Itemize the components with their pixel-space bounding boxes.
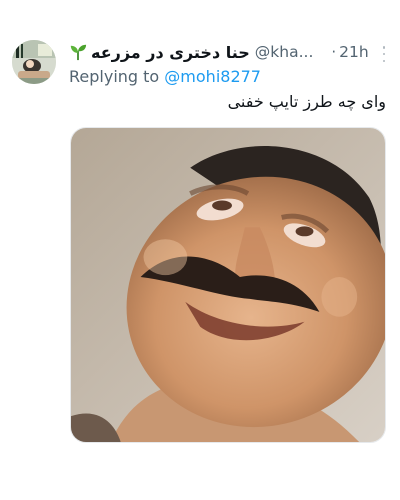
meme-face-image: [71, 128, 385, 442]
sprout-icon: [70, 44, 87, 61]
replying-prefix: Replying to: [69, 67, 160, 86]
tweet-text: وای چه طرز تایپ خفنی: [227, 92, 386, 111]
user-handle[interactable]: @kha...: [255, 43, 314, 61]
mention-link[interactable]: @mohi8277: [164, 67, 261, 86]
replying-to-line: Replying to @mohi8277: [69, 67, 261, 86]
profile-avatar-image: [12, 40, 56, 84]
display-name[interactable]: حنا دختری در مزرعه: [91, 43, 250, 62]
separator-dot: ·: [331, 43, 337, 61]
tweet-media[interactable]: [70, 127, 386, 443]
avatar[interactable]: [12, 40, 56, 84]
tweet-header: حنا دختری در مزرعه @kha... · 21h: [69, 40, 389, 64]
timestamp[interactable]: 21h: [339, 43, 369, 61]
more-options-icon[interactable]: [381, 46, 387, 62]
